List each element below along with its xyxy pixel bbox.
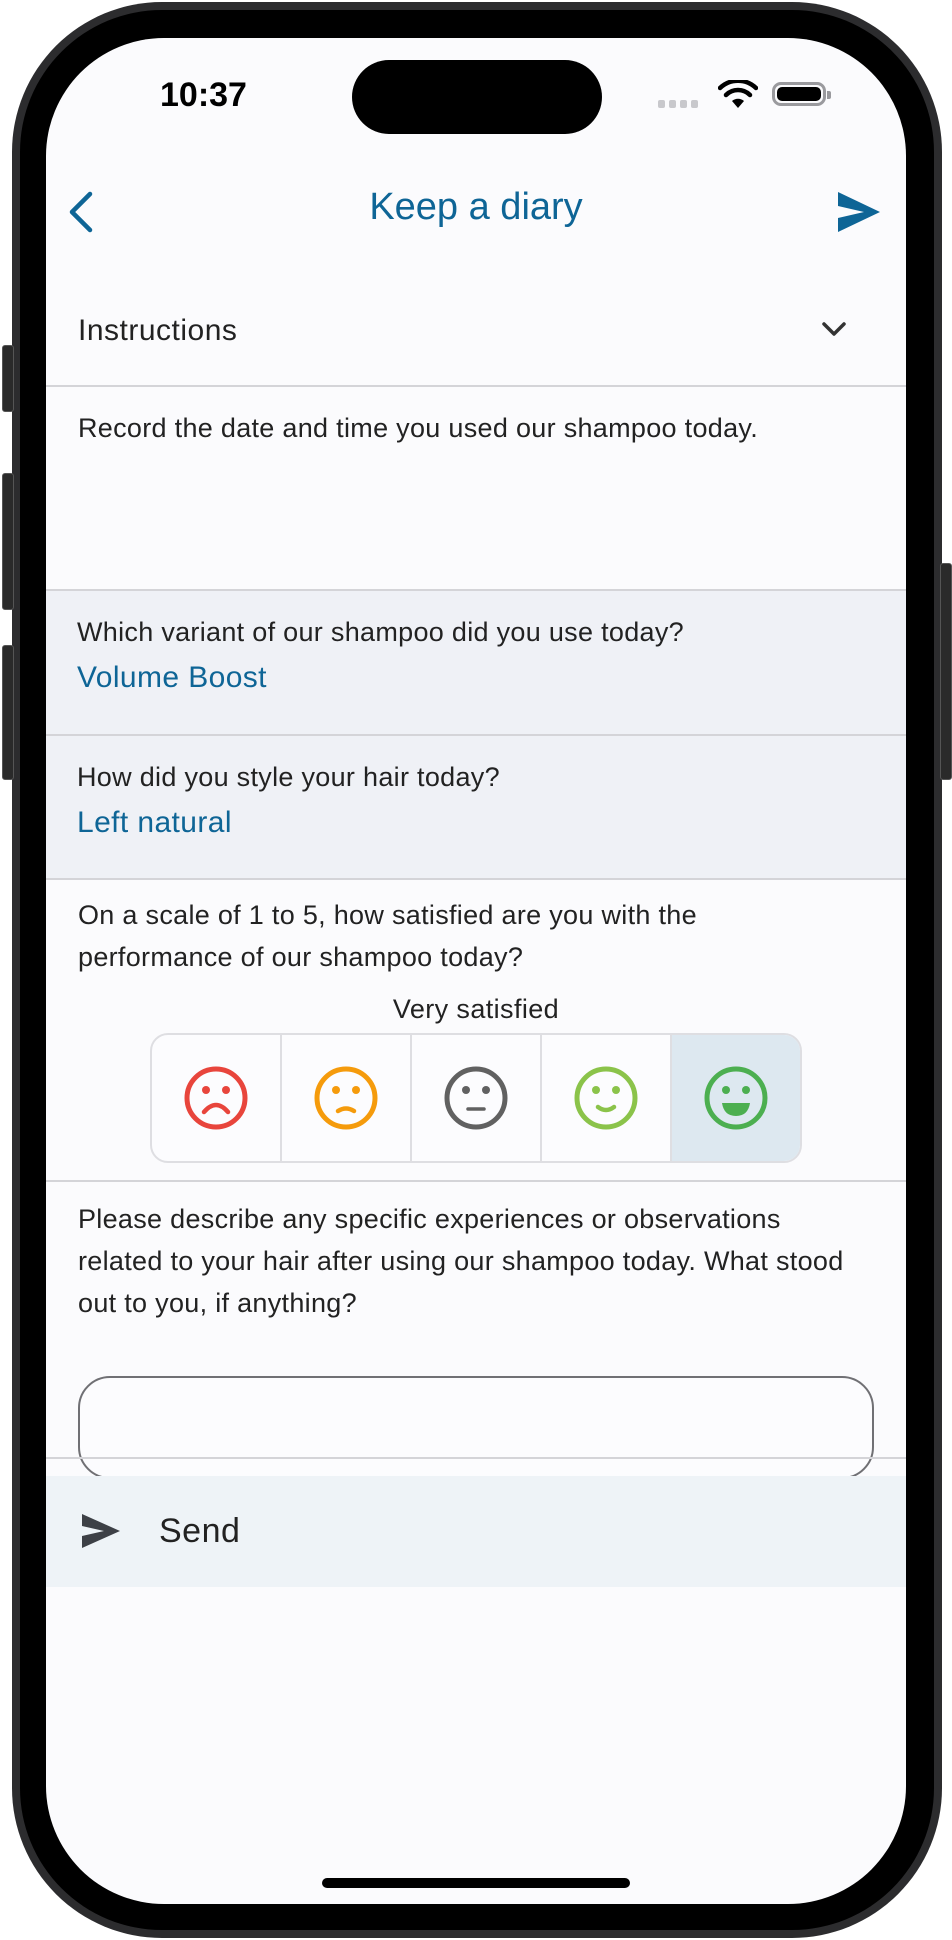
instructions-label: Instructions (78, 314, 238, 347)
satisfaction-rating: On a scale of 1 to 5, how satisfied are … (46, 880, 906, 1180)
send-icon (82, 1514, 120, 1548)
rating-selected-label: Very satisfied (392, 994, 560, 1024)
question-style[interactable]: How did you style your hair today? Left … (46, 736, 906, 878)
question-variant[interactable]: Which variant of our shampoo did you use… (46, 591, 906, 734)
rating-option-3[interactable] (410, 1035, 540, 1161)
power-button (940, 563, 952, 780)
volume-up-button (2, 473, 14, 610)
battery-icon (772, 82, 831, 106)
description-question: Please describe any specific experiences… (46, 1182, 906, 1496)
chevron-down-icon (822, 322, 846, 336)
neutral-face-icon (444, 1066, 508, 1130)
instructions-text: Record the date and time you used our sh… (78, 413, 759, 443)
send-icon (838, 192, 880, 232)
home-indicator[interactable] (322, 1878, 630, 1888)
send-button-row[interactable]: Send (46, 1476, 906, 1587)
instructions-toggle[interactable]: Instructions (46, 268, 906, 385)
description-input[interactable] (78, 1376, 874, 1479)
rating-question: On a scale of 1 to 5, how satisfied are … (78, 900, 697, 972)
screen: 10:37 Keep a diary Instructions Record t… (46, 38, 906, 1904)
question-answer: Volume Boost (77, 661, 267, 694)
status-time: 10:37 (160, 76, 247, 114)
rating-option-1[interactable] (152, 1035, 280, 1161)
rating-option-4[interactable] (540, 1035, 670, 1161)
question-answer: Left natural (77, 806, 232, 839)
dynamic-island (352, 60, 602, 134)
action-button (2, 345, 14, 412)
divider (46, 1457, 906, 1459)
question-label: How did you style your hair today? (77, 762, 500, 792)
page-title: Keep a diary (369, 186, 583, 228)
description-label: Please describe any specific experiences… (78, 1204, 844, 1318)
volume-down-button (2, 645, 14, 780)
satisfied-face-icon (574, 1066, 638, 1130)
question-label: Which variant of our shampoo did you use… (77, 617, 684, 647)
send-label: Send (159, 1512, 241, 1550)
rating-options (150, 1033, 802, 1163)
rating-option-2[interactable] (280, 1035, 410, 1161)
dissatisfied-face-icon (314, 1066, 378, 1130)
signal-dots-icon (658, 100, 698, 108)
very-dissatisfied-face-icon (184, 1066, 248, 1130)
instructions-body: Record the date and time you used our sh… (46, 387, 906, 590)
send-button[interactable] (834, 190, 882, 234)
very-satisfied-face-icon (704, 1066, 768, 1130)
wifi-icon (718, 80, 758, 108)
rating-option-5[interactable] (670, 1035, 800, 1161)
